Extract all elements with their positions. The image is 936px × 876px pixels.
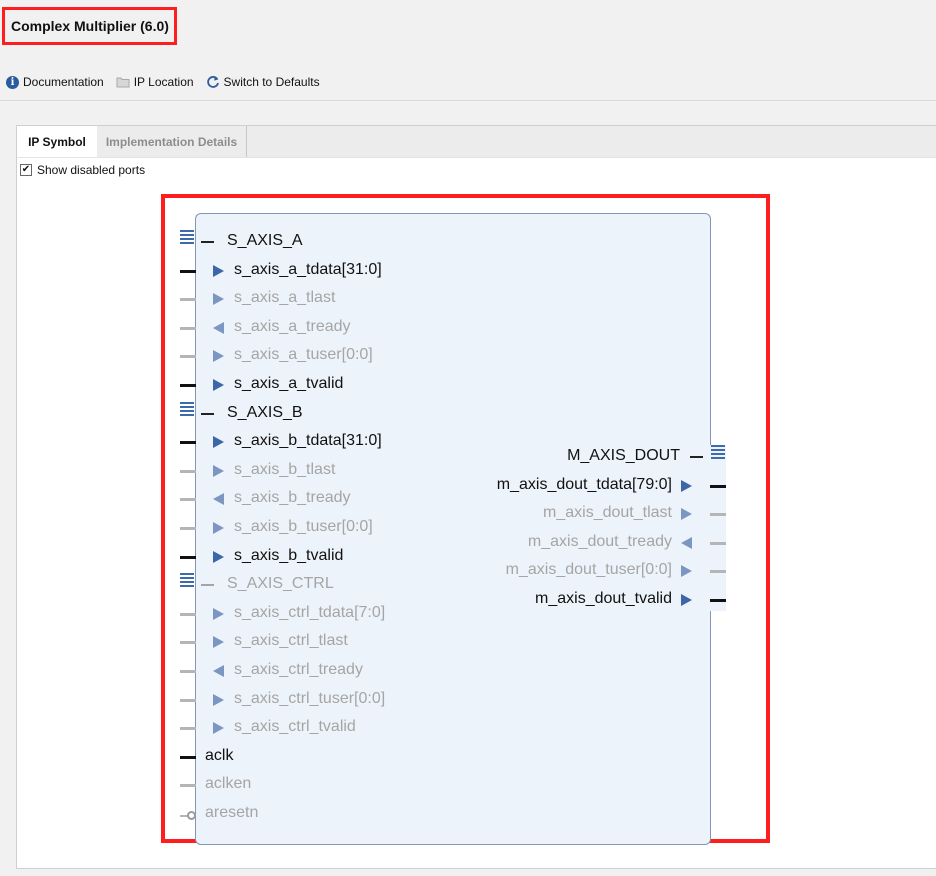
ip-title: Complex Multiplier (6.0) [2,7,177,45]
port-stub [180,727,196,731]
port-stub [180,298,196,302]
port-stub [180,355,196,359]
port-label[interactable]: s_axis_ctrl_tready [234,661,363,679]
port-label[interactable]: s_axis_a_tdata[31:0] [234,261,382,279]
port-label[interactable]: s_axis_a_tvalid [234,375,343,393]
pin-stub [180,755,196,759]
tab-implementation-details[interactable]: Implementation Details [97,126,247,157]
port-label[interactable]: s_axis_a_tready [234,318,351,336]
port-label[interactable]: s_axis_ctrl_tuser[0:0] [234,690,385,708]
port-label[interactable]: s_axis_b_tvalid [234,547,343,565]
port-stub [710,484,726,488]
port-stub [710,570,726,574]
port-label[interactable]: m_axis_dout_tdata[79:0] [497,476,672,494]
show-disabled-ports: ✔ Show disabled ports [20,163,145,177]
port-label[interactable]: s_axis_b_tready [234,489,351,507]
tab-ip-symbol[interactable]: IP Symbol [17,126,97,157]
port-label[interactable]: s_axis_b_tdata[31:0] [234,432,382,450]
input-arrow-icon [213,436,224,449]
toolbar-divider [0,100,936,101]
input-arrow-icon [681,536,692,549]
input-arrow-icon [213,607,224,620]
port-label[interactable]: s_axis_ctrl_tdata[7:0] [234,604,385,622]
ip-location-label: IP Location [133,75,194,89]
bus-connector [201,412,214,415]
port-stub [180,641,196,645]
bus-interface-icon [180,401,194,418]
refresh-icon [206,76,219,88]
show-disabled-label: Show disabled ports [37,163,146,177]
port-label[interactable]: s_axis_ctrl_tlast [234,632,348,650]
port-label[interactable]: s_axis_a_tlast [234,289,335,307]
port-stub [180,527,196,530]
port-label[interactable]: m_axis_dout_tuser[0:0] [506,561,672,579]
bus-label[interactable]: S_AXIS_A [227,232,303,250]
input-arrow-icon [213,264,224,277]
input-arrow-icon [213,722,224,735]
input-arrow-icon [213,550,224,563]
port-stub [180,498,196,502]
switch-defaults-button[interactable]: Switch to Defaults [206,75,320,89]
port-stub [180,384,196,387]
port-stub [710,513,726,517]
port-stub [180,698,196,702]
port-stub [710,599,726,602]
input-arrow-icon [213,464,224,477]
info-icon: i [6,75,19,89]
output-arrow-icon [213,665,224,677]
bus-label[interactable]: M_AXIS_DOUT [567,447,680,465]
port-stub [180,441,196,445]
port-label[interactable]: s_axis_a_tuser[0:0] [234,346,373,364]
bus-connector [690,456,703,458]
bus-interface-icon [711,445,725,461]
input-arrow-icon [213,693,224,706]
bus-label[interactable]: S_AXIS_CTRL [227,575,334,593]
switch-defaults-label: Switch to Defaults [223,75,320,89]
pin-label[interactable]: aclk [205,747,233,765]
pin-stub [180,784,196,788]
input-arrow-icon [213,379,224,391]
output-arrow-icon [681,479,692,492]
port-label[interactable]: m_axis_dout_tlast [543,504,672,522]
input-arrow-icon [213,522,224,534]
port-stub [180,555,196,559]
port-label[interactable]: s_axis_ctrl_tvalid [234,718,356,736]
bus-connector [201,584,214,587]
output-arrow-icon [681,565,692,578]
documentation-label: Documentation [23,75,104,89]
output-arrow-icon [213,321,224,334]
port-stub [180,670,196,673]
input-arrow-icon [213,293,224,306]
input-arrow-icon [213,350,224,363]
port-stub [180,469,196,473]
port-stub [180,612,196,616]
port-stub [180,269,196,273]
port-stub [710,541,726,545]
ip-location-button[interactable]: IP Location [116,75,194,89]
bus-label[interactable]: S_AXIS_B [227,404,303,422]
pin-label[interactable]: aclken [205,775,251,793]
port-label[interactable]: s_axis_b_tuser[0:0] [234,518,373,536]
port-label[interactable]: m_axis_dout_tvalid [535,590,672,608]
bus-interface-icon [180,230,194,246]
port-stub [180,326,196,330]
port-label[interactable]: s_axis_b_tlast [234,461,335,479]
tab-strip: IP Symbol Implementation Details [17,126,936,158]
bus-connector [201,241,214,243]
port-label[interactable]: m_axis_dout_tready [528,533,672,551]
bus-interface-icon [180,573,194,590]
output-arrow-icon [213,493,224,506]
active-low-reset-icon [187,811,196,820]
input-arrow-icon [213,636,224,649]
show-disabled-checkbox[interactable]: ✔ [20,164,32,176]
documentation-button[interactable]: i Documentation [6,75,104,89]
folder-icon [116,77,130,88]
toolbar: i Documentation IP Location Switch to De… [6,73,320,91]
right-bus-area [710,445,726,611]
output-arrow-icon [681,594,692,606]
pin-label[interactable]: aresetn [205,804,258,822]
output-arrow-icon [681,508,692,521]
